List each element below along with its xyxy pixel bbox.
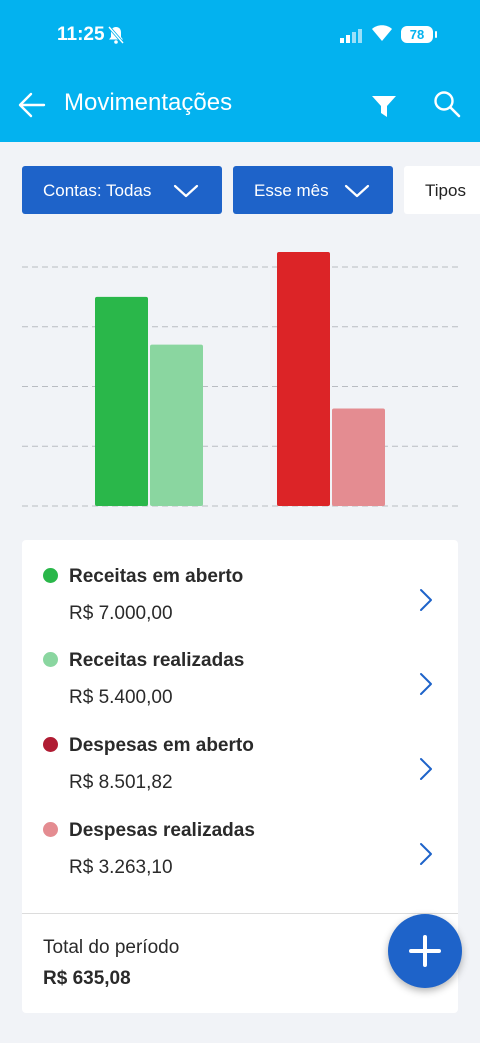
item-label: Despesas realizadas	[69, 820, 255, 841]
signal-icon	[340, 28, 362, 49]
legend-dot	[43, 652, 58, 667]
item-value: R$ 8.501,82	[69, 772, 173, 793]
battery-indicator: 78	[401, 26, 437, 43]
total-label: Total do período	[43, 937, 180, 958]
search-icon[interactable]	[433, 90, 461, 123]
arrow-left-icon[interactable]	[18, 92, 46, 123]
list-item-despesas-realizadas[interactable]: Despesas realizadas R$ 3.263,10	[22, 794, 458, 878]
chevron-down-icon	[173, 184, 199, 198]
chevron-down-icon	[344, 184, 370, 198]
status-time: 11:25	[57, 24, 105, 45]
divider	[22, 913, 458, 914]
item-value: R$ 7.000,00	[69, 603, 173, 624]
bar-2	[150, 344, 203, 506]
chevron-right-icon	[420, 673, 432, 695]
list-item-receitas-realizadas[interactable]: Receitas realizadas R$ 5.400,00	[22, 624, 458, 708]
item-label: Receitas em aberto	[69, 566, 244, 587]
item-label: Receitas realizadas	[69, 650, 245, 671]
legend-dot	[43, 737, 58, 752]
item-value: R$ 5.400,00	[69, 687, 173, 708]
periodo-filter-chip[interactable]: Esse mês	[233, 166, 393, 214]
add-button[interactable]	[388, 914, 462, 988]
chevron-right-icon	[420, 843, 432, 865]
total-value: R$ 635,08	[43, 968, 131, 989]
filter-icon[interactable]	[370, 93, 398, 124]
bar-3	[277, 252, 330, 506]
wifi-icon	[371, 24, 393, 47]
app-bar: 11:25 78 Movimentações	[0, 0, 480, 142]
legend-dot	[43, 822, 58, 837]
plus-icon	[409, 935, 441, 967]
tipos-filter-chip[interactable]: Tipos	[404, 166, 480, 214]
tipos-filter-label: Tipos	[425, 181, 466, 200]
chevron-right-icon	[420, 758, 432, 780]
contas-filter-label: Contas: Todas	[43, 181, 152, 200]
list-item-despesas-aberto[interactable]: Despesas em aberto R$ 8.501,82	[22, 709, 458, 793]
list-item-receitas-aberto[interactable]: Receitas em aberto R$ 7.000,00	[22, 540, 458, 624]
bell-muted-icon	[107, 26, 125, 49]
periodo-filter-label: Esse mês	[254, 181, 329, 200]
status-bar: 11:25 78	[0, 0, 480, 70]
legend-dot	[43, 568, 58, 583]
bar-4	[332, 408, 385, 506]
bar-1	[95, 296, 148, 506]
item-label: Despesas em aberto	[69, 735, 254, 756]
chevron-right-icon	[420, 589, 432, 611]
contas-filter-chip[interactable]: Contas: Todas	[22, 166, 222, 214]
page-title: Movimentações	[64, 89, 233, 116]
bar-chart	[22, 252, 460, 507]
item-value: R$ 3.263,10	[69, 857, 173, 878]
